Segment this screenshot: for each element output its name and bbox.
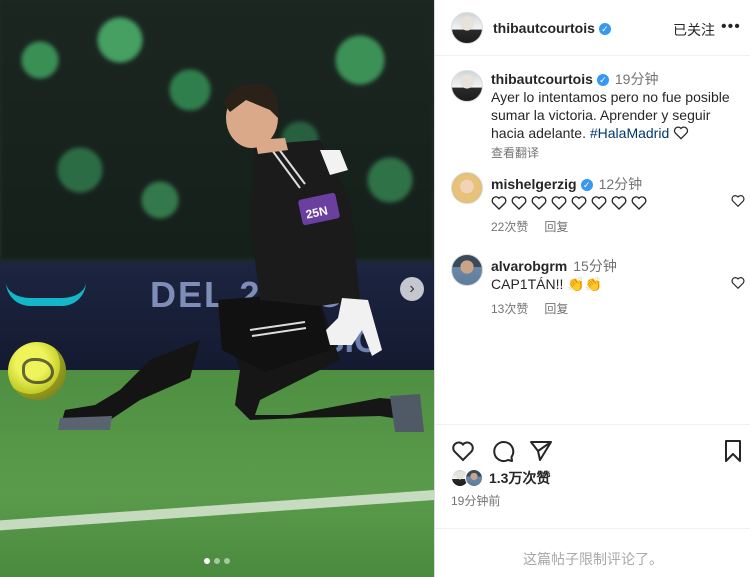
commenter-username[interactable]: mishelgerzig ✓ [491, 176, 593, 192]
verified-badge-icon: ✓ [580, 179, 593, 192]
next-slide-button[interactable]: › [400, 277, 424, 301]
heart-emoji-icon [511, 196, 527, 210]
like-comment-icon[interactable] [731, 194, 745, 208]
heart-emoji-icon [591, 196, 607, 210]
post-caption: thibautcourtois ✓ 19分钟 Ayer lo intentamos … [451, 70, 741, 162]
post-timestamp: 19分钟前 [451, 494, 501, 508]
hashtag-link[interactable]: #HalaMadrid [590, 125, 669, 141]
goalkeeper-figure: 25N [58, 83, 424, 432]
caption-username[interactable]: thibautcourtois ✓ [491, 71, 609, 87]
share-send-icon[interactable] [529, 439, 553, 463]
following-button[interactable]: 已关注 [673, 20, 715, 40]
verified-badge-icon: ✓ [596, 74, 609, 87]
likes-count[interactable]: 1.3万次赞 [489, 468, 550, 488]
carousel-dot-2 [214, 558, 220, 564]
action-bar [435, 424, 750, 464]
caption-author-avatar[interactable] [451, 70, 483, 102]
heart-emoji-icon [571, 196, 587, 210]
carousel-dot-3 [224, 558, 230, 564]
like-comment-icon[interactable] [731, 276, 745, 290]
reply-button[interactable]: 回复 [544, 218, 568, 235]
like-heart-icon[interactable] [451, 439, 475, 463]
heart-emoji-icon [611, 196, 627, 210]
heart-emoji-icon [491, 196, 507, 210]
verified-badge-icon: ✓ [598, 23, 611, 36]
heart-emoji-icon [631, 196, 647, 210]
likes-summary[interactable]: 1.3万次赞 [451, 468, 550, 488]
heart-emoji-icon [531, 196, 547, 210]
comments-restricted-notice: 这篇帖子限制评论了。 [435, 528, 750, 569]
football [8, 342, 66, 400]
post-sidebar: thibautcourtois ✓ 已关注 ••• thibautcourtois… [434, 0, 750, 577]
bookmark-icon[interactable] [721, 439, 745, 463]
comment-time: 12分钟 [598, 176, 643, 192]
heart-emoji-icon [674, 126, 689, 140]
comment-item: mishelgerzig ✓ 12分钟 22次赞 回复 [451, 172, 750, 235]
comment-hearts-text [491, 195, 721, 211]
comment-icon[interactable] [491, 439, 515, 463]
comment-item: alvarobgrm 15分钟 CAP1TÁN!! 👏👏 13次赞 回复 [451, 254, 750, 317]
carousel-dots [204, 558, 230, 564]
heart-emoji-icon [551, 196, 567, 210]
comment-likes[interactable]: 22次赞 [491, 218, 528, 235]
reply-button[interactable]: 回复 [544, 300, 568, 317]
post-header: thibautcourtois ✓ 已关注 ••• [435, 0, 750, 56]
carousel-dot-1 [204, 558, 210, 564]
more-options-icon[interactable]: ••• [721, 18, 741, 36]
comment-time: 15分钟 [573, 258, 617, 274]
liker-avatar [465, 469, 483, 487]
comment-likes[interactable]: 13次赞 [491, 300, 528, 317]
see-translation-link[interactable]: 查看翻译 [491, 144, 741, 162]
commenter-avatar[interactable] [451, 172, 483, 204]
commenter-avatar[interactable] [451, 254, 483, 286]
author-username[interactable]: thibautcourtois ✓ [493, 20, 611, 36]
comment-text: CAP1TÁN!! 👏👏 [491, 276, 603, 292]
commenter-username[interactable]: alvarobgrm [491, 258, 567, 274]
author-avatar[interactable] [451, 12, 483, 44]
caption-time: 19分钟 [614, 71, 659, 87]
post-photo[interactable]: DEL 2NO BIC 25N › [0, 0, 434, 577]
